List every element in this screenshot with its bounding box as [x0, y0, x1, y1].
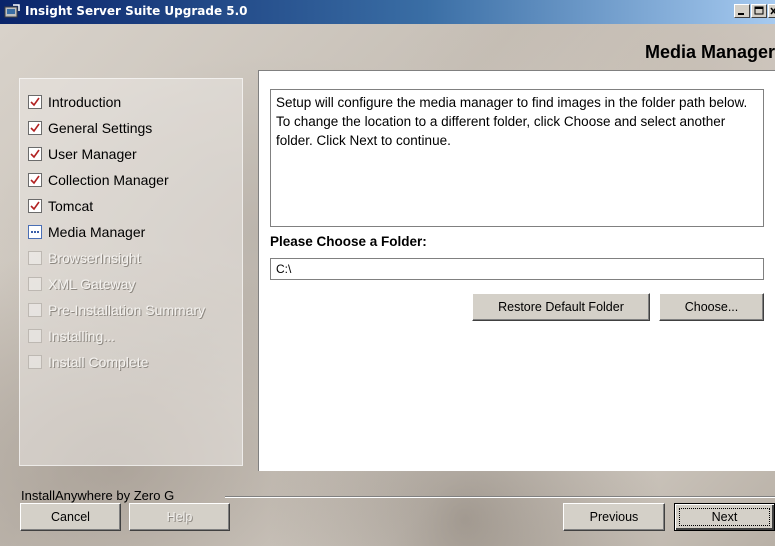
installer-app-icon[interactable]: [4, 4, 20, 20]
step-label: XML Gateway: [48, 276, 136, 292]
empty-checkbox-icon: [28, 355, 42, 369]
step-xml-gateway: XML Gateway: [28, 274, 135, 294]
folder-label: Please Choose a Folder:: [270, 234, 427, 249]
step-label: Tomcat: [48, 198, 94, 214]
step-label: Installing...: [48, 328, 115, 344]
step-label: BrowserInsight: [48, 250, 141, 266]
choose-folder-button[interactable]: Choose...: [659, 293, 764, 321]
checkmark-icon: [28, 173, 42, 187]
installanywhere-brand: InstallAnywhere by Zero G: [21, 488, 175, 503]
step-label: User Manager: [48, 146, 137, 162]
step-user-manager: User Manager: [28, 144, 137, 164]
help-button[interactable]: Help: [129, 503, 230, 531]
in-progress-icon: [28, 225, 42, 239]
empty-checkbox-icon: [28, 277, 42, 291]
previous-button[interactable]: Previous: [563, 503, 665, 531]
footer-divider: [225, 496, 775, 498]
empty-checkbox-icon: [28, 251, 42, 265]
minimize-icon: [738, 13, 744, 15]
checkmark-icon: [28, 147, 42, 161]
main-panel: Setup will configure the media manager t…: [258, 70, 775, 471]
step-general-settings: General Settings: [28, 118, 152, 138]
checkmark-icon: [28, 95, 42, 109]
step-media-manager: Media Manager: [28, 222, 145, 242]
focus-indicator: [679, 508, 770, 526]
step-browserinsight: BrowserInsight: [28, 248, 141, 268]
maximize-icon: [754, 6, 764, 15]
folder-path-input[interactable]: [270, 258, 764, 280]
step-label: Introduction: [48, 94, 122, 110]
close-button[interactable]: [768, 4, 775, 18]
empty-checkbox-icon: [28, 303, 42, 317]
restore-default-folder-button[interactable]: Restore Default Folder: [472, 293, 650, 321]
installer-body: Media Manager Introduction General Setti…: [0, 24, 775, 546]
step-pre-installation-summary: Pre-Installation Summary: [28, 300, 205, 320]
step-label: General Settings: [48, 120, 153, 136]
cancel-button[interactable]: Cancel: [20, 503, 121, 531]
step-label: Media Manager: [48, 224, 146, 240]
step-label: Install Complete: [48, 354, 149, 370]
step-title: Media Manager: [644, 42, 775, 62]
step-collection-manager: Collection Manager: [28, 170, 169, 190]
title-bar: Insight Server Suite Upgrade 5.0: [0, 0, 775, 24]
step-installing: Installing...: [28, 326, 115, 346]
next-button[interactable]: Next: [674, 503, 775, 531]
minimize-button[interactable]: [734, 4, 750, 18]
maximize-button[interactable]: [751, 4, 767, 18]
window-title: Insight Server Suite Upgrade 5.0: [25, 4, 248, 18]
step-tomcat: Tomcat: [28, 196, 93, 216]
close-icon: [770, 7, 775, 15]
checkmark-icon: [28, 121, 42, 135]
step-label: Collection Manager: [48, 172, 169, 188]
description-text: Setup will configure the media manager t…: [270, 89, 764, 227]
empty-checkbox-icon: [28, 329, 42, 343]
step-introduction: Introduction: [28, 92, 121, 112]
step-label: Pre-Installation Summary: [48, 302, 206, 318]
checkmark-icon: [28, 199, 42, 213]
step-install-complete: Install Complete: [28, 352, 148, 372]
steps-panel: Introduction General Settings User Manag…: [19, 78, 243, 466]
